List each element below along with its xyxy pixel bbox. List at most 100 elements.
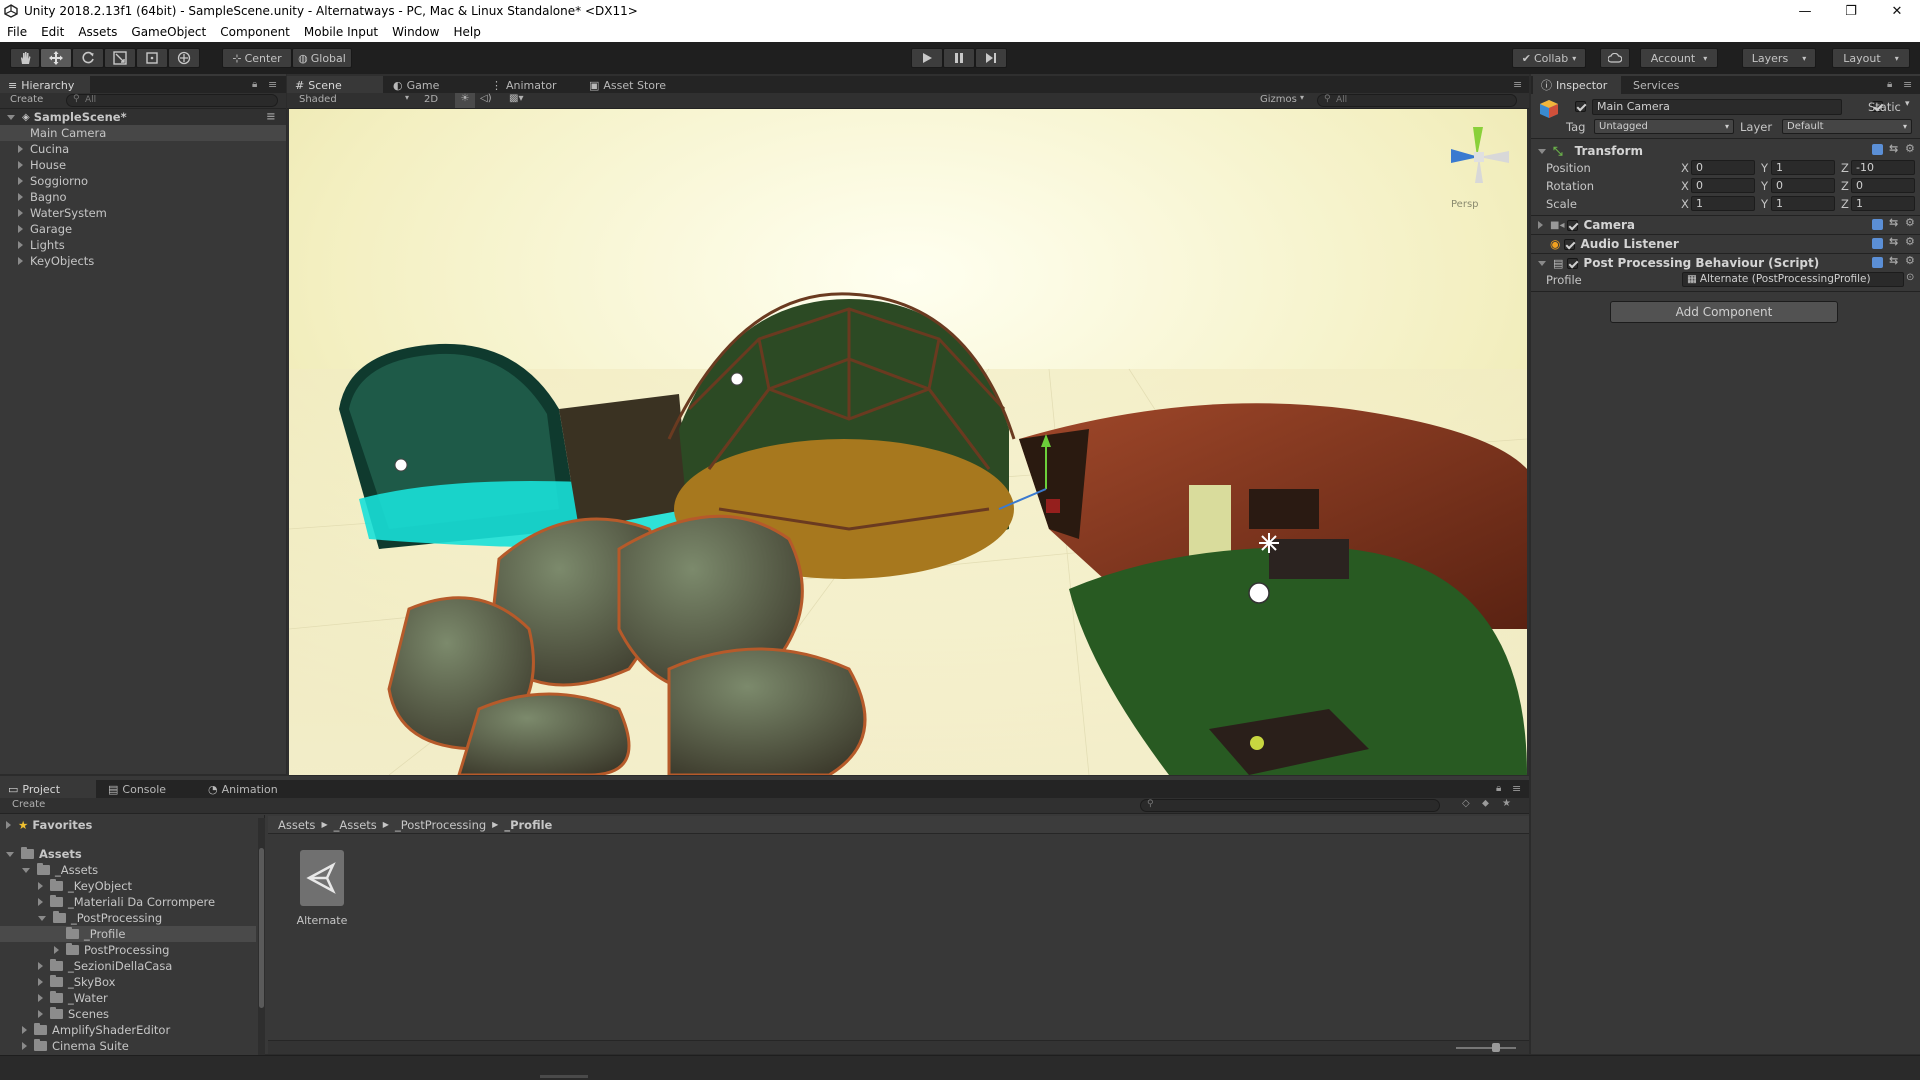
project-tree-item[interactable]: _Profile bbox=[0, 926, 256, 942]
layers-dropdown[interactable]: Layers ▾ bbox=[1742, 48, 1816, 68]
close-button[interactable]: ✕ bbox=[1874, 4, 1920, 19]
account-dropdown[interactable]: Account ▾ bbox=[1640, 48, 1718, 68]
rotation-z-field[interactable]: 0 bbox=[1851, 178, 1915, 193]
hierarchy-item-lights[interactable]: Lights bbox=[18, 237, 65, 253]
project-tree-item[interactable]: _KeyObject bbox=[0, 878, 256, 894]
help-book-icon[interactable] bbox=[1872, 144, 1883, 155]
menu-component[interactable]: Component bbox=[213, 25, 297, 39]
hierarchy-item-house[interactable]: House bbox=[18, 157, 66, 173]
lighting-toggle-icon[interactable]: ☀ bbox=[455, 93, 475, 108]
profile-object-field[interactable]: ▦ Alternate (PostProcessingProfile) bbox=[1682, 272, 1904, 287]
hierarchy-item-cucina[interactable]: Cucina bbox=[18, 141, 69, 157]
help-book-icon[interactable] bbox=[1872, 257, 1883, 268]
project-tree-item[interactable]: Scenes bbox=[0, 1006, 256, 1022]
hierarchy-item-soggiorno[interactable]: Soggiorno bbox=[18, 173, 88, 189]
favorites-row[interactable]: ★ Favorites bbox=[6, 817, 92, 833]
project-tree-item[interactable]: PostProcessing bbox=[0, 942, 256, 958]
dropdown-arrow-icon[interactable]: ▾ bbox=[1905, 99, 1910, 109]
scale-z-field[interactable]: 1 bbox=[1851, 196, 1915, 211]
tab-services[interactable]: Services bbox=[1625, 76, 1705, 94]
gear-icon[interactable]: ⚙ bbox=[1905, 142, 1915, 155]
preset-icon[interactable]: ⇆ bbox=[1889, 254, 1898, 267]
project-tree-item[interactable]: _SezioniDellaCasa bbox=[0, 958, 256, 974]
gear-icon[interactable]: ⚙ bbox=[1905, 216, 1915, 229]
minimize-button[interactable]: — bbox=[1782, 4, 1828, 19]
orientation-gizmo[interactable] bbox=[1439, 117, 1519, 197]
layout-dropdown[interactable]: Layout ▾ bbox=[1832, 48, 1910, 68]
panel-menu-icon[interactable]: ≡ bbox=[1513, 78, 1522, 91]
maximize-button[interactable]: ❐ bbox=[1828, 4, 1874, 19]
gear-icon[interactable]: ⚙ bbox=[1905, 235, 1915, 248]
pivot-center-button[interactable]: ⊹ Center bbox=[222, 48, 292, 68]
tab-inspector[interactable]: ⓘ Inspector bbox=[1533, 76, 1621, 94]
menu-gameobject[interactable]: GameObject bbox=[124, 25, 213, 39]
menu-file[interactable]: File bbox=[0, 25, 34, 39]
panel-menu-icon[interactable]: ≡ bbox=[268, 78, 277, 91]
help-book-icon[interactable] bbox=[1872, 238, 1883, 249]
breadcrumb-postprocessing[interactable]: _PostProcessing bbox=[395, 818, 486, 832]
breadcrumb-profile[interactable]: _Profile bbox=[504, 818, 552, 832]
camera-component-header[interactable]: ■◂ Camera ⇆ ⚙ bbox=[1536, 216, 1920, 234]
hierarchy-item-watersystem[interactable]: WaterSystem bbox=[18, 205, 107, 221]
lock-icon[interactable]: 🔒︎ bbox=[252, 79, 257, 90]
hierarchy-item-keyobjects[interactable]: KeyObjects bbox=[18, 253, 94, 269]
tab-console[interactable]: ▤ Console bbox=[100, 780, 196, 798]
transform-header[interactable]: ⤡ Transform ⇆ ⚙ bbox=[1536, 142, 1920, 160]
tree-scrollbar[interactable] bbox=[258, 818, 265, 1058]
scene-menu-icon[interactable]: ≡ bbox=[266, 109, 276, 123]
add-component-button[interactable]: Add Component bbox=[1610, 301, 1838, 323]
icon-size-slider-handle[interactable] bbox=[1492, 1043, 1500, 1052]
play-button[interactable] bbox=[911, 48, 943, 68]
hierarchy-item-bagno[interactable]: Bagno bbox=[18, 189, 67, 205]
favorite-star-icon[interactable]: ★ bbox=[1502, 798, 1511, 809]
project-tree-item[interactable]: AmplifyShaderEditor bbox=[0, 1022, 256, 1038]
tag-dropdown[interactable]: Untagged ▾ bbox=[1594, 119, 1734, 134]
tab-scene[interactable]: # Scene bbox=[287, 76, 383, 94]
hierarchy-item-garage[interactable]: Garage bbox=[18, 221, 72, 237]
tab-project[interactable]: ▭ Project bbox=[0, 780, 96, 798]
tab-asset-store[interactable]: ▣ Asset Store bbox=[581, 76, 681, 94]
hand-tool-button[interactable] bbox=[10, 48, 40, 68]
menu-edit[interactable]: Edit bbox=[34, 25, 71, 39]
position-y-field[interactable]: 1 bbox=[1771, 160, 1835, 175]
tab-animator[interactable]: ⋮ Animator bbox=[483, 76, 579, 94]
tree-scrollbar-thumb[interactable] bbox=[259, 848, 264, 1008]
space-global-button[interactable]: ◍ Global bbox=[292, 48, 352, 68]
project-search-input[interactable]: ⚲ bbox=[1140, 799, 1440, 812]
project-tree-item[interactable]: _Water bbox=[0, 990, 256, 1006]
rotate-tool-button[interactable] bbox=[72, 48, 104, 68]
rotation-y-field[interactable]: 0 bbox=[1771, 178, 1835, 193]
position-x-field[interactable]: 0 bbox=[1691, 160, 1755, 175]
menu-mobile-input[interactable]: Mobile Input bbox=[297, 25, 385, 39]
panel-menu-icon[interactable]: ≡ bbox=[1512, 782, 1521, 795]
object-picker-icon[interactable]: ⊙ bbox=[1906, 272, 1914, 283]
scene-root-row[interactable]: ◈ SampleScene* ≡ bbox=[0, 109, 286, 125]
post-processing-header[interactable]: ▤ Post Processing Behaviour (Script) ⇆ ⚙ bbox=[1536, 254, 1920, 272]
collab-button[interactable]: ✔ Collab ▾ bbox=[1512, 48, 1586, 68]
post-processing-enabled-checkbox[interactable] bbox=[1567, 257, 1579, 269]
lock-icon[interactable]: 🔒︎ bbox=[1887, 79, 1892, 90]
transform-tool-button[interactable] bbox=[168, 48, 200, 68]
lock-icon[interactable]: 🔒︎ bbox=[1496, 783, 1501, 794]
project-create-dropdown[interactable]: Create bbox=[12, 799, 45, 810]
pause-button[interactable] bbox=[943, 48, 975, 68]
active-checkbox[interactable] bbox=[1575, 101, 1586, 112]
preset-icon[interactable]: ⇆ bbox=[1889, 235, 1898, 248]
asset-alternate-thumbnail[interactable] bbox=[300, 850, 344, 906]
icon-size-slider[interactable] bbox=[1456, 1047, 1516, 1049]
tab-game[interactable]: ◐ Game bbox=[385, 76, 481, 94]
asset-alternate-label[interactable]: Alternate bbox=[296, 914, 348, 927]
help-book-icon[interactable] bbox=[1872, 219, 1883, 230]
project-tree-item[interactable]: _Materiali Da Corrompere bbox=[0, 894, 256, 910]
tab-hierarchy[interactable]: ≡ Hierarchy bbox=[0, 76, 90, 94]
object-name-field[interactable]: Main Camera bbox=[1592, 99, 1842, 115]
camera-enabled-checkbox[interactable] bbox=[1567, 219, 1579, 231]
project-tree-item[interactable]: Cinema Suite bbox=[0, 1038, 256, 1054]
preset-icon[interactable]: ⇆ bbox=[1889, 216, 1898, 229]
filter-type-icon[interactable]: ◇ bbox=[1462, 798, 1470, 809]
rect-tool-button[interactable] bbox=[136, 48, 168, 68]
menu-help[interactable]: Help bbox=[446, 25, 487, 39]
project-tree-item[interactable]: _PostProcessing bbox=[0, 910, 256, 926]
menu-assets[interactable]: Assets bbox=[71, 25, 124, 39]
filter-label-icon[interactable]: ⬥ bbox=[1482, 798, 1489, 809]
